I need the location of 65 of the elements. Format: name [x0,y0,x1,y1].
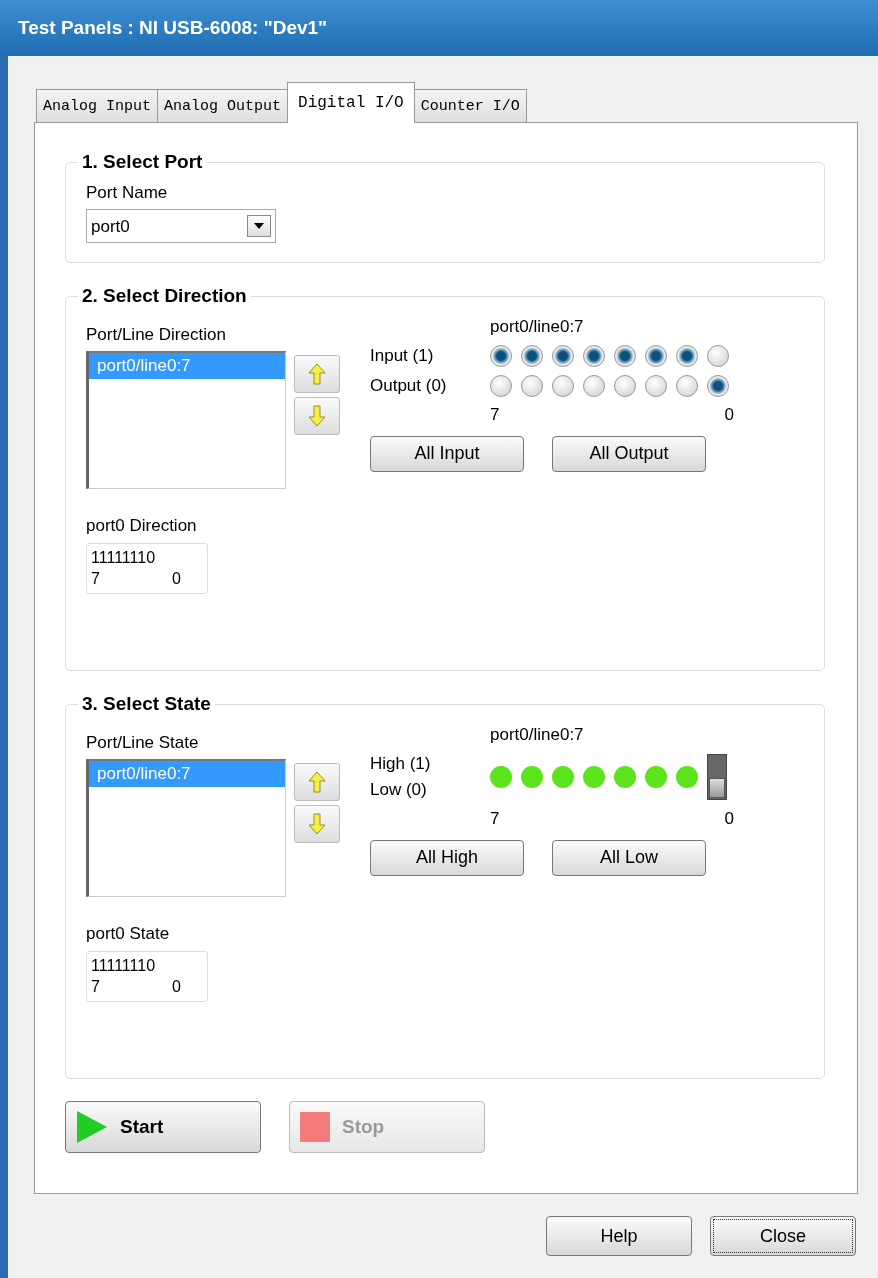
row-label: High (1) [370,753,432,776]
axis-label: 7 [490,808,500,831]
radio-button[interactable] [490,345,512,368]
stop-icon [300,1112,330,1142]
row-label: Output (0) [370,374,448,397]
dialog-button[interactable]: Help [546,1216,692,1256]
dropdown-icon[interactable] [247,215,271,238]
radio-button[interactable] [490,374,512,397]
tab[interactable]: Digital I/O [287,82,415,123]
summary-label: port0 State [86,923,171,946]
radio-button[interactable] [676,345,698,368]
start-button[interactable]: Start [65,1101,261,1153]
radio-button[interactable] [707,345,729,368]
play-icon [76,1110,108,1144]
window-title: Test Panels : NI USB-6008: "Dev1" [18,15,328,40]
axis-label: 0 [724,404,734,427]
down-arrow-icon [308,813,326,836]
down-arrow-icon [308,405,326,428]
field-label: Port Name [86,181,169,204]
radio-button[interactable] [521,345,543,368]
radio-button[interactable] [676,374,698,397]
group-title: 2. Select Direction [81,285,248,308]
action-button[interactable]: All Output [552,435,706,472]
bit-index: 7 [91,568,100,589]
tab[interactable]: Analog Output [157,88,289,122]
port-dropdown[interactable]: port0 [86,209,276,244]
radio-button[interactable] [614,345,636,368]
group-title: 1. Select Port [81,151,204,174]
radio-button[interactable] [552,374,574,397]
action-button[interactable]: All High [370,839,524,876]
lines-label: port0/line0:7 [490,315,585,338]
list-label: Port/Line Direction [86,323,227,346]
tab[interactable]: Counter I/O [413,88,527,122]
bit-index: 7 [91,976,100,997]
bit-index: 0 [172,976,181,997]
radio-button[interactable] [645,345,667,368]
bit-pattern: 11111110 [91,547,157,568]
radio-button[interactable] [645,374,667,397]
toggle-switch[interactable] [707,753,727,800]
summary-label: port0 Direction [86,515,198,538]
radio-button[interactable] [521,374,543,397]
move-down-button[interactable] [294,805,340,844]
bit-index: 0 [172,568,181,589]
radio-button[interactable] [583,345,605,368]
radio-button[interactable] [583,374,605,397]
dialog-button[interactable]: Close [710,1216,856,1256]
axis-label: 0 [724,808,734,831]
move-up-button[interactable] [294,763,340,802]
up-arrow-icon [308,771,326,794]
group-title: 3. Select State [81,693,212,716]
row-label: Input (1) [370,345,435,368]
list-label: Port/Line State [86,731,200,754]
row-label: Low (0) [370,778,428,801]
action-button[interactable]: All Low [552,839,706,876]
tab[interactable]: Analog Input [36,88,159,122]
radio-button[interactable] [614,374,636,397]
lines-label: port0/line0:7 [490,723,585,746]
radio-button[interactable] [552,345,574,368]
bit-pattern: 11111110 [91,955,157,976]
move-down-button[interactable] [294,397,340,436]
move-up-button[interactable] [294,355,340,394]
axis-label: 7 [490,404,500,427]
action-button[interactable]: All Input [370,435,524,472]
radio-button[interactable] [707,374,729,397]
up-arrow-icon [308,363,326,386]
